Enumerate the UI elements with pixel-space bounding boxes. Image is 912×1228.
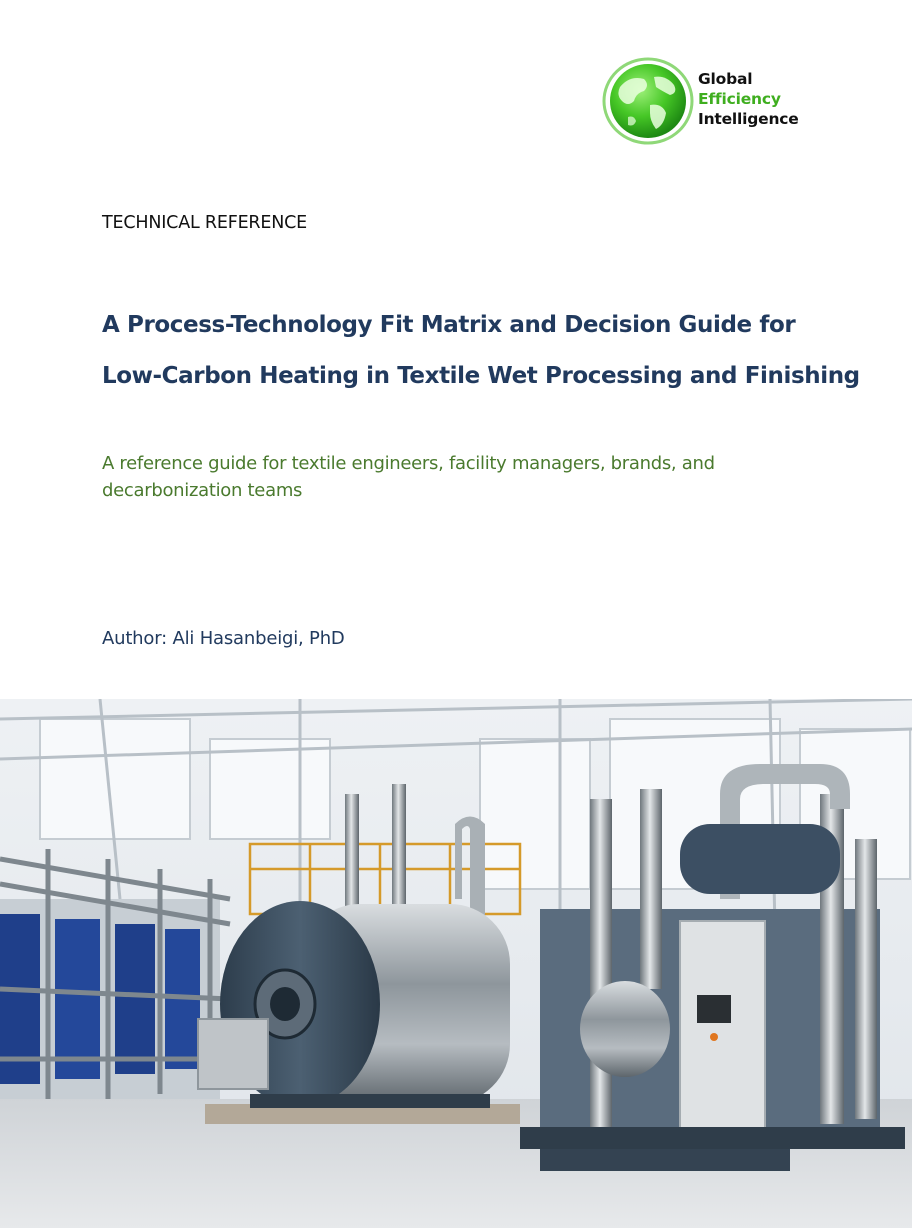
globe-icon bbox=[602, 57, 694, 145]
logo-text-line3: Intelligence bbox=[698, 110, 799, 128]
title-line-2: Low-Carbon Heating in Textile Wet Proces… bbox=[102, 363, 860, 389]
company-logo: Global Efficiency Intelligence bbox=[600, 57, 840, 145]
logo-text-line2: Efficiency bbox=[698, 90, 781, 108]
title-line-1: A Process-Technology Fit Matrix and Deci… bbox=[102, 312, 796, 338]
logo-text-line1: Global bbox=[698, 70, 753, 88]
author-line: Author: Ali Hasanbeigi, PhD bbox=[102, 628, 345, 649]
document-title: A Process-Technology Fit Matrix and Deci… bbox=[102, 300, 892, 402]
subtitle-line-2: decarbonization teams bbox=[102, 480, 303, 501]
subtitle-line-1: A reference guide for textile engineers,… bbox=[102, 453, 715, 474]
cover-photo bbox=[0, 699, 912, 1228]
document-type-label: TECHNICAL REFERENCE bbox=[102, 213, 308, 233]
document-subtitle: A reference guide for textile engineers,… bbox=[102, 450, 802, 504]
